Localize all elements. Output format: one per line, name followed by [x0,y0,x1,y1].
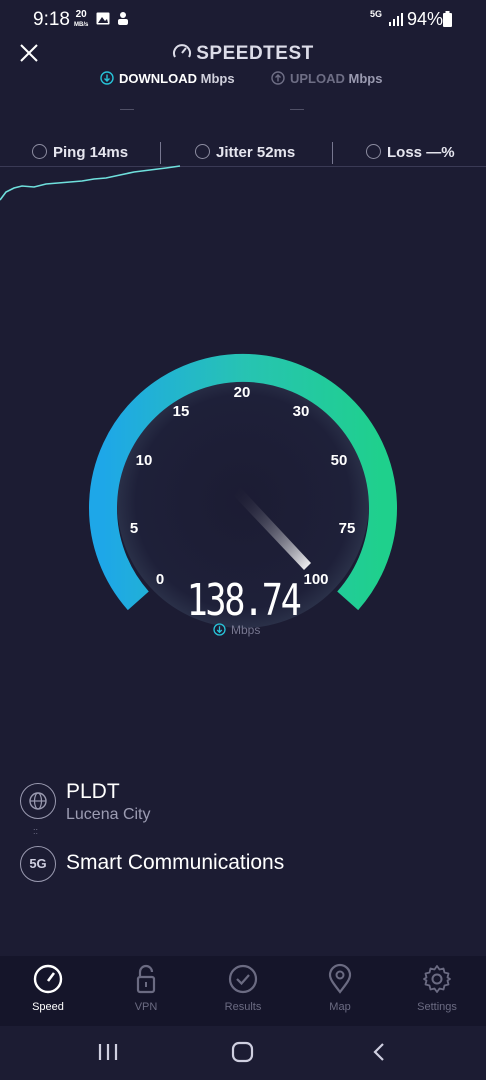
nav-item-vpn[interactable]: VPN [106,963,186,1013]
loss-metric: Loss —% [366,144,455,161]
connector-dots: :: [33,826,39,836]
nav-label: Settings [417,1001,457,1013]
net-speed-value: 20 [75,9,87,20]
nav-label: Speed [32,1001,64,1013]
app-title: SPEEDTEST [0,42,486,65]
speedometer-icon [173,44,192,58]
download-value: — [120,100,134,116]
jitter-metric: Jitter 52ms [195,144,295,161]
battery-icon [443,11,452,27]
gauge-tick: 75 [339,520,356,537]
ping-metric: Ping 14ms [32,144,128,161]
home-icon[interactable] [231,1041,255,1063]
download-arrow-icon [100,71,114,85]
speedometer-icon [33,964,63,994]
globe-icon [20,783,56,819]
notification-icon [118,12,128,25]
recent-apps-icon[interactable] [97,1042,119,1062]
status-bar: 9:18 20 MB/s 5G 94% [0,0,486,40]
signal-icon [389,13,403,26]
gauge-tick: 5 [130,520,138,537]
speed-graph [0,165,181,201]
gauge-tick: 10 [136,452,153,469]
gauge-tick: 50 [331,452,348,469]
net-speed-unit: MB/s [74,22,89,28]
gauge-tick: 15 [173,403,190,420]
metric-divider [332,142,333,164]
system-nav-bar [0,1026,486,1080]
nav-label: VPN [134,1001,158,1013]
download-label: DOWNLOAD Mbps [100,71,235,86]
upload-label: UPLOAD Mbps [271,71,382,86]
download-arrow-icon [213,623,226,636]
isp-location: Lucena City [66,806,151,823]
back-icon[interactable] [371,1042,387,1062]
gallery-icon [96,12,110,25]
check-circle-icon [228,964,258,994]
speed-value: 138.74 [186,575,302,626]
gauge-tick: 20 [234,384,251,401]
lock-icon [136,964,156,994]
map-pin-icon [328,963,352,994]
nav-item-settings[interactable]: Settings [397,963,477,1013]
battery-percent: 94% [407,9,444,29]
jitter-icon [195,144,210,159]
nav-item-map[interactable]: Map [300,963,380,1013]
upload-arrow-icon [271,71,285,85]
nav-item-speed[interactable]: Speed [8,963,88,1013]
upload-value: — [290,100,304,116]
nav-item-results[interactable]: Results [203,963,283,1013]
title-text: SPEEDTEST [196,43,314,64]
nav-label: Results [224,1001,262,1013]
network-type: 5G [370,9,383,19]
ping-icon [32,144,47,159]
gauge-tick: 30 [293,403,310,420]
loss-icon [366,144,381,159]
status-time: 9:18 [33,9,70,30]
isp-name[interactable]: PLDT [66,780,120,804]
nav-label: Map [329,1001,351,1013]
carrier-badge: 5G [20,846,56,882]
carrier-name[interactable]: Smart Communications [66,851,284,875]
network-speed-indicator: 20 MB/s [74,10,88,30]
gear-icon [423,965,451,993]
speed-unit: Mbps [213,623,260,637]
